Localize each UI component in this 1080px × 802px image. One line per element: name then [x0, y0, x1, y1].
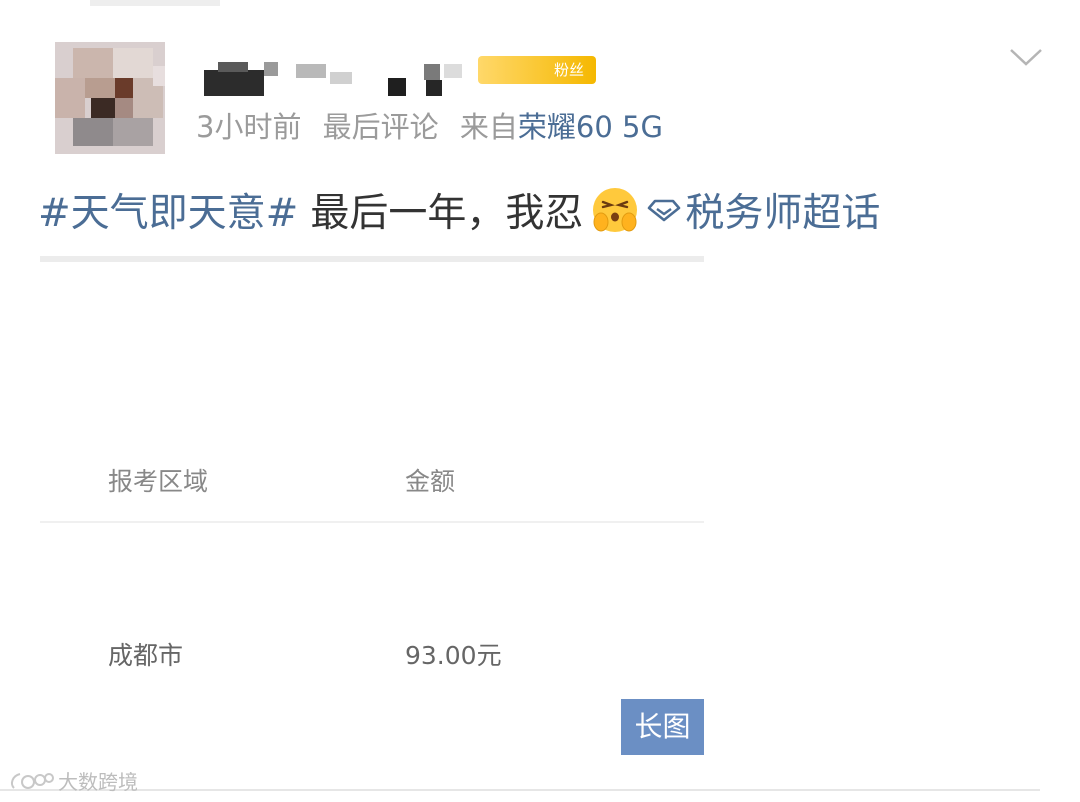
- hashtag-link[interactable]: #天气即天意#: [38, 182, 298, 238]
- table-header-amount: 金额: [405, 467, 456, 496]
- holding-back-emoji-icon: [593, 188, 638, 232]
- watermark-text: 大数跨境: [58, 770, 138, 794]
- fans-badge-label: 粉丝: [553, 61, 584, 79]
- supertopic-label: 税务师超话: [685, 191, 881, 236]
- table-cell-amount: 93.00元: [405, 641, 502, 670]
- post-time: 3小时前: [196, 110, 302, 144]
- long-image-label: 长图: [634, 710, 691, 743]
- bottom-divider: [0, 789, 1040, 791]
- chevron-down-icon[interactable]: [1008, 44, 1044, 70]
- image-top-divider: [40, 256, 704, 262]
- fans-badge[interactable]: 粉丝: [478, 56, 596, 84]
- supertopic-link[interactable]: 税务师超话: [647, 182, 880, 238]
- source-prefix: 来自: [459, 110, 518, 144]
- diamond-icon: [648, 199, 681, 222]
- watermark: 大数跨境: [8, 766, 138, 795]
- post-text: #天气即天意# 最后一年，我忍 税务师超话: [38, 182, 880, 238]
- table-header-region: 报考区域: [108, 467, 209, 496]
- username-blurred[interactable]: [200, 58, 500, 98]
- avatar[interactable]: [55, 42, 165, 154]
- table-divider: [40, 521, 704, 523]
- post-body-text: 最后一年，我忍: [310, 191, 584, 236]
- long-image-badge: 长图: [621, 699, 704, 755]
- top-edge-bar: [90, 0, 220, 6]
- weibo-logo-icon: [11, 772, 54, 789]
- source-device[interactable]: 荣耀60 5G: [518, 110, 663, 144]
- post-meta: 3小时前 最后评论 来自荣耀60 5G: [196, 104, 675, 146]
- sort-label: 最后评论: [322, 110, 439, 144]
- table-cell-region: 成都市: [108, 641, 184, 670]
